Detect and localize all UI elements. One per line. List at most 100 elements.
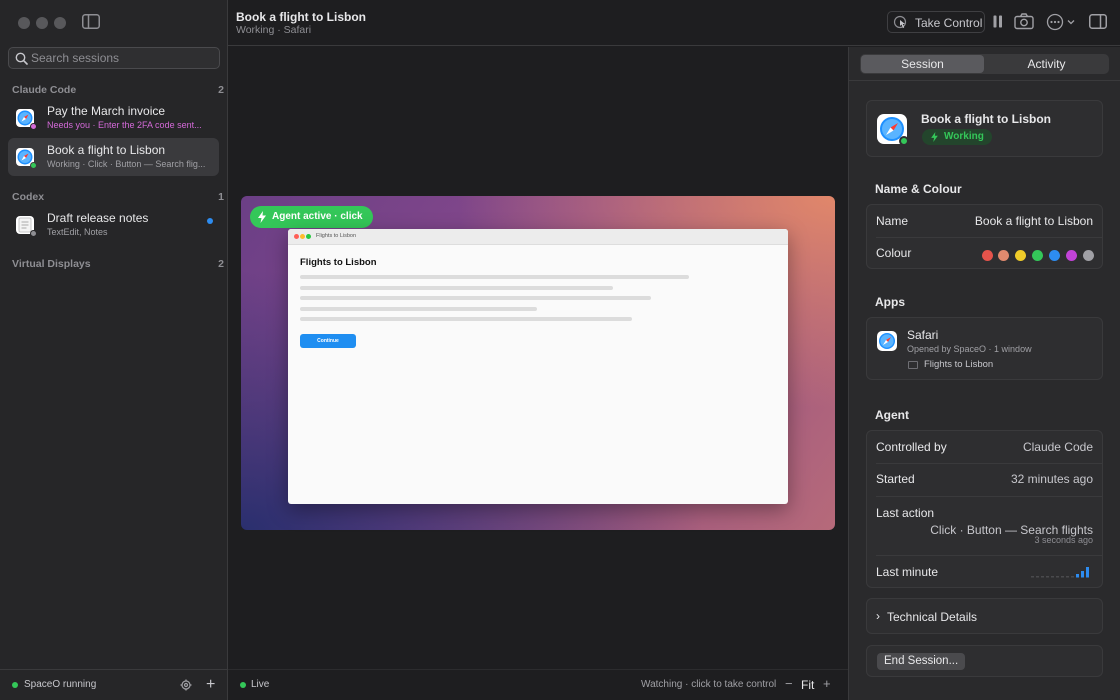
app-name: Safari — [907, 328, 939, 342]
activity-sparkline — [1031, 567, 1089, 578]
colour-swatch-blue[interactable] — [1049, 250, 1060, 261]
toolbar: Book a flight to Lisbon Working · Safari… — [228, 0, 1120, 46]
technical-details-disclosure[interactable]: › Technical Details — [866, 598, 1103, 634]
inspector-toggle-icon[interactable] — [1089, 14, 1107, 29]
controlled-by-label: Controlled by — [876, 440, 947, 454]
search-input[interactable] — [31, 50, 215, 66]
last-action-row: Last action Click · Button — Search flig… — [867, 497, 1102, 555]
session-title: Book a flight to Lisbon — [47, 143, 166, 157]
section-title-agent: Agent — [875, 408, 909, 422]
running-status-label: SpaceO running — [24, 679, 97, 690]
controlled-by-row: Controlled by Claude Code — [867, 431, 1102, 463]
minimize-window-button[interactable] — [36, 17, 48, 29]
add-session-button[interactable]: + — [206, 676, 215, 694]
section-title-apps: Apps — [875, 295, 905, 309]
end-session-card: End Session... — [866, 645, 1103, 677]
controlled-by-value: Claude Code — [1022, 440, 1093, 454]
placeholder-line — [300, 317, 632, 321]
window-title: Book a flight to Lisbon — [236, 10, 366, 24]
name-colour-card: Name Book a flight to Lisbon Colour — [866, 204, 1103, 269]
started-value: 32 minutes ago — [1010, 472, 1093, 486]
running-status-dot — [12, 682, 18, 688]
name-label: Name — [876, 214, 909, 228]
remote-zoom-light — [306, 234, 311, 239]
zoom-fit-button[interactable]: Fit — [801, 678, 814, 692]
colour-swatch-green[interactable] — [1032, 250, 1043, 261]
camera-icon[interactable] — [1014, 13, 1034, 30]
remote-close-light — [294, 234, 299, 239]
colour-row: Colour — [867, 238, 1102, 270]
pause-icon[interactable] — [993, 15, 1003, 28]
divider — [849, 80, 1120, 81]
remote-page-heading: Flights to Lisbon — [300, 257, 377, 268]
session-title: Draft release notes — [47, 211, 149, 225]
take-control-label: Take Control — [915, 16, 983, 30]
group-count: 2 — [218, 258, 224, 270]
group-header-virtual-displays[interactable]: Virtual Displays 2 — [12, 258, 226, 272]
status-dot — [899, 136, 909, 146]
search-icon — [15, 52, 28, 65]
colour-swatch-yellow[interactable] — [1015, 250, 1026, 261]
group-count: 1 — [218, 191, 224, 203]
placeholder-line — [300, 275, 689, 279]
apps-card: Safari Opened by SpaceO · 1 window Fligh… — [866, 317, 1103, 380]
main-area: Agent active · click Flights to Lisbon F… — [228, 47, 848, 700]
group-header-codex[interactable]: Codex 1 — [12, 191, 226, 205]
agent-active-badge: Agent active · click — [250, 206, 373, 228]
window-icon — [908, 361, 918, 369]
window-subtitle: Working · Safari — [236, 24, 312, 36]
session-item-draft-release-notes[interactable]: Draft release notes TextEdit, Notes — [8, 206, 219, 244]
session-name: Book a flight to Lisbon — [921, 112, 1051, 126]
pointer-hand-icon — [893, 15, 907, 29]
live-label: Live — [251, 679, 270, 690]
sidebar-footer: SpaceO running + — [0, 669, 227, 700]
tab-session[interactable]: Session — [861, 55, 984, 73]
started-row: Started 32 minutes ago — [867, 464, 1102, 496]
gear-icon[interactable] — [180, 679, 192, 691]
inspector-tabs: Session Activity — [860, 54, 1109, 74]
more-options-icon[interactable] — [1046, 13, 1078, 31]
main-footer: Live Watching · click to take control − … — [228, 669, 848, 700]
watching-hint: Watching · click to take control — [641, 679, 777, 690]
colour-swatch-peach[interactable] — [998, 250, 1009, 261]
placeholder-line — [300, 296, 651, 300]
status-badge-label: Working — [944, 131, 984, 142]
group-name: Codex — [12, 191, 45, 203]
app-window-item[interactable]: Flights to Lisbon — [924, 359, 993, 370]
chevron-right-icon: › — [876, 609, 880, 623]
tab-activity[interactable]: Activity — [985, 55, 1108, 73]
remote-continue-button[interactable]: Continue — [300, 334, 356, 348]
inspector-panel: Session Activity Book a flight to Lisbon… — [848, 47, 1120, 700]
session-item-book-flight-lisbon[interactable]: Book a flight to Lisbon Working · Click … — [8, 138, 219, 176]
agent-badge-label: Agent active · click — [272, 211, 363, 222]
group-count: 2 — [218, 84, 224, 96]
colour-swatch-red[interactable] — [982, 250, 993, 261]
take-control-button[interactable]: Take Control — [887, 11, 985, 33]
last-minute-row: Last minute — [867, 556, 1102, 588]
placeholder-line — [300, 307, 537, 311]
status-dot — [30, 162, 37, 169]
session-subtitle: TextEdit, Notes — [47, 227, 108, 237]
search-field[interactable] — [8, 47, 220, 69]
zoom-window-button[interactable] — [54, 17, 66, 29]
name-value[interactable]: Book a flight to Lisbon — [975, 214, 1093, 228]
status-dot — [30, 230, 37, 237]
end-session-button[interactable]: End Session... — [877, 653, 966, 670]
section-title-name-colour: Name & Colour — [875, 182, 962, 196]
colour-label: Colour — [876, 246, 912, 260]
colour-swatch-purple[interactable] — [1066, 250, 1077, 261]
colour-swatch-grey[interactable] — [1083, 250, 1094, 261]
name-row[interactable]: Name Book a flight to Lisbon — [867, 205, 1102, 237]
remote-safari-window[interactable]: Flights to Lisbon Flights to Lisbon Cont… — [288, 229, 788, 504]
session-item-pay-march-invoice[interactable]: Pay the March invoice Needs you · Enter … — [8, 99, 219, 137]
remote-tab-title: Flights to Lisbon — [316, 233, 357, 239]
close-window-button[interactable] — [18, 17, 30, 29]
zoom-out-button[interactable]: − — [785, 676, 793, 691]
safari-icon — [877, 114, 909, 146]
group-header-claude-code[interactable]: Claude Code 2 — [12, 84, 226, 98]
sidebar-toggle-icon[interactable] — [82, 14, 100, 29]
group-name: Virtual Displays — [12, 258, 91, 270]
agent-card: Controlled by Claude Code Started 32 min… — [866, 430, 1103, 588]
session-subtitle: Working · Click · Button — Search flig..… — [47, 159, 206, 169]
zoom-in-button[interactable]: + — [823, 676, 831, 691]
